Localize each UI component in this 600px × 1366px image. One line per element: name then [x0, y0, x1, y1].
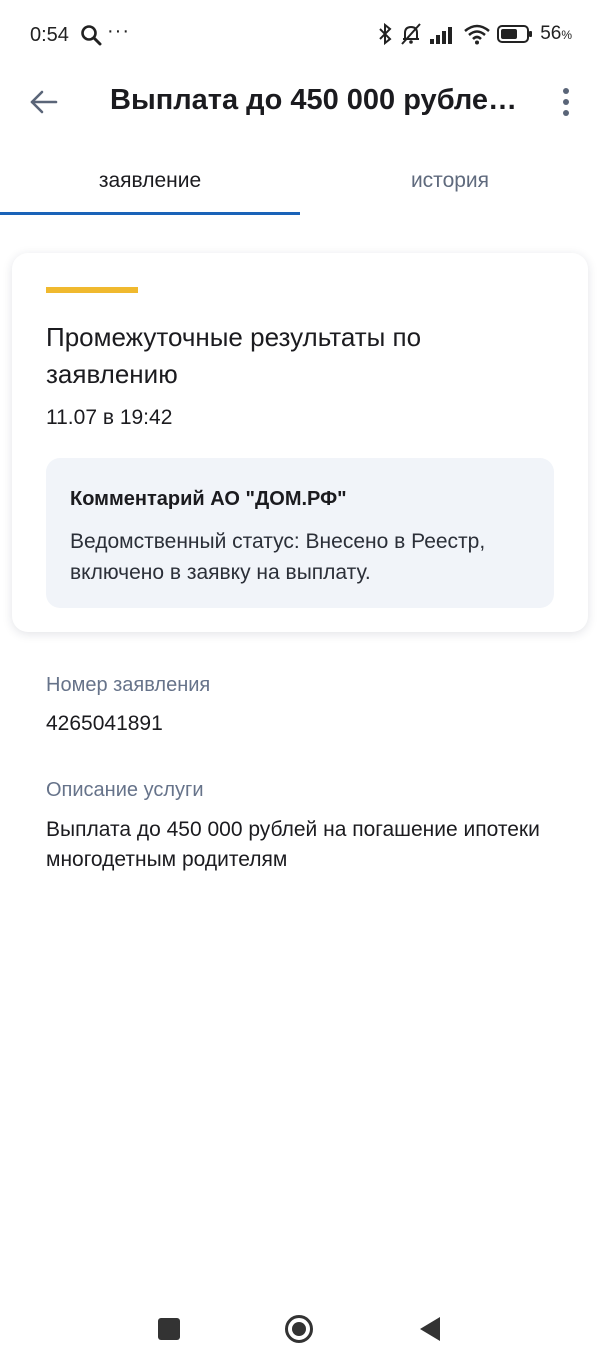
card-date: 11.07 в 19:42 — [46, 406, 173, 429]
search-icon — [81, 25, 102, 46]
status-more-icon: ··· — [107, 20, 130, 42]
comment-heading: Комментарий АО "ДОМ.РФ" — [70, 488, 347, 510]
signal-icon — [430, 27, 453, 44]
back-triangle-icon[interactable] — [418, 1316, 442, 1342]
app-bar: Выплата до 450 000 рубле… — [0, 70, 600, 134]
bluetooth-icon — [379, 22, 392, 46]
card-title: Промежуточные результаты по заявлению — [46, 322, 422, 389]
application-number-value: 4265041891 — [46, 712, 163, 735]
status-bar: 0:54 ··· 56% — [0, 0, 600, 70]
status-right-icons: 56% — [377, 22, 572, 46]
wifi-icon — [464, 24, 490, 45]
system-nav-bar — [0, 1300, 600, 1360]
tab-bar: заявление история — [0, 150, 600, 218]
status-time: 0:54 — [30, 24, 69, 46]
comment-text: Ведомственный статус: Внесено в Реестр, … — [70, 530, 486, 584]
bell-off-icon — [401, 23, 421, 45]
page-title: Выплата до 450 000 рубле… — [110, 84, 518, 116]
battery-icon — [497, 25, 533, 43]
card-accent-bar — [46, 287, 138, 293]
back-arrow-icon[interactable] — [28, 86, 60, 118]
service-description-label: Описание услуги — [46, 779, 204, 801]
comment-box: Комментарий АО "ДОМ.РФ" Ведомственный ст… — [46, 458, 554, 608]
tab-history[interactable]: история — [300, 150, 600, 214]
battery-percent: 56% — [540, 23, 572, 44]
more-vert-icon[interactable] — [554, 86, 578, 118]
home-circle-icon[interactable] — [284, 1314, 314, 1344]
tab-application[interactable]: заявление — [0, 150, 300, 214]
service-description-value: Выплата до 450 000 рублей на погашение и… — [46, 818, 540, 871]
status-card: Промежуточные результаты по заявлению 11… — [12, 253, 588, 632]
recents-square-icon[interactable] — [158, 1318, 180, 1340]
active-tab-indicator — [0, 212, 300, 215]
application-number-label: Номер заявления — [46, 674, 211, 696]
